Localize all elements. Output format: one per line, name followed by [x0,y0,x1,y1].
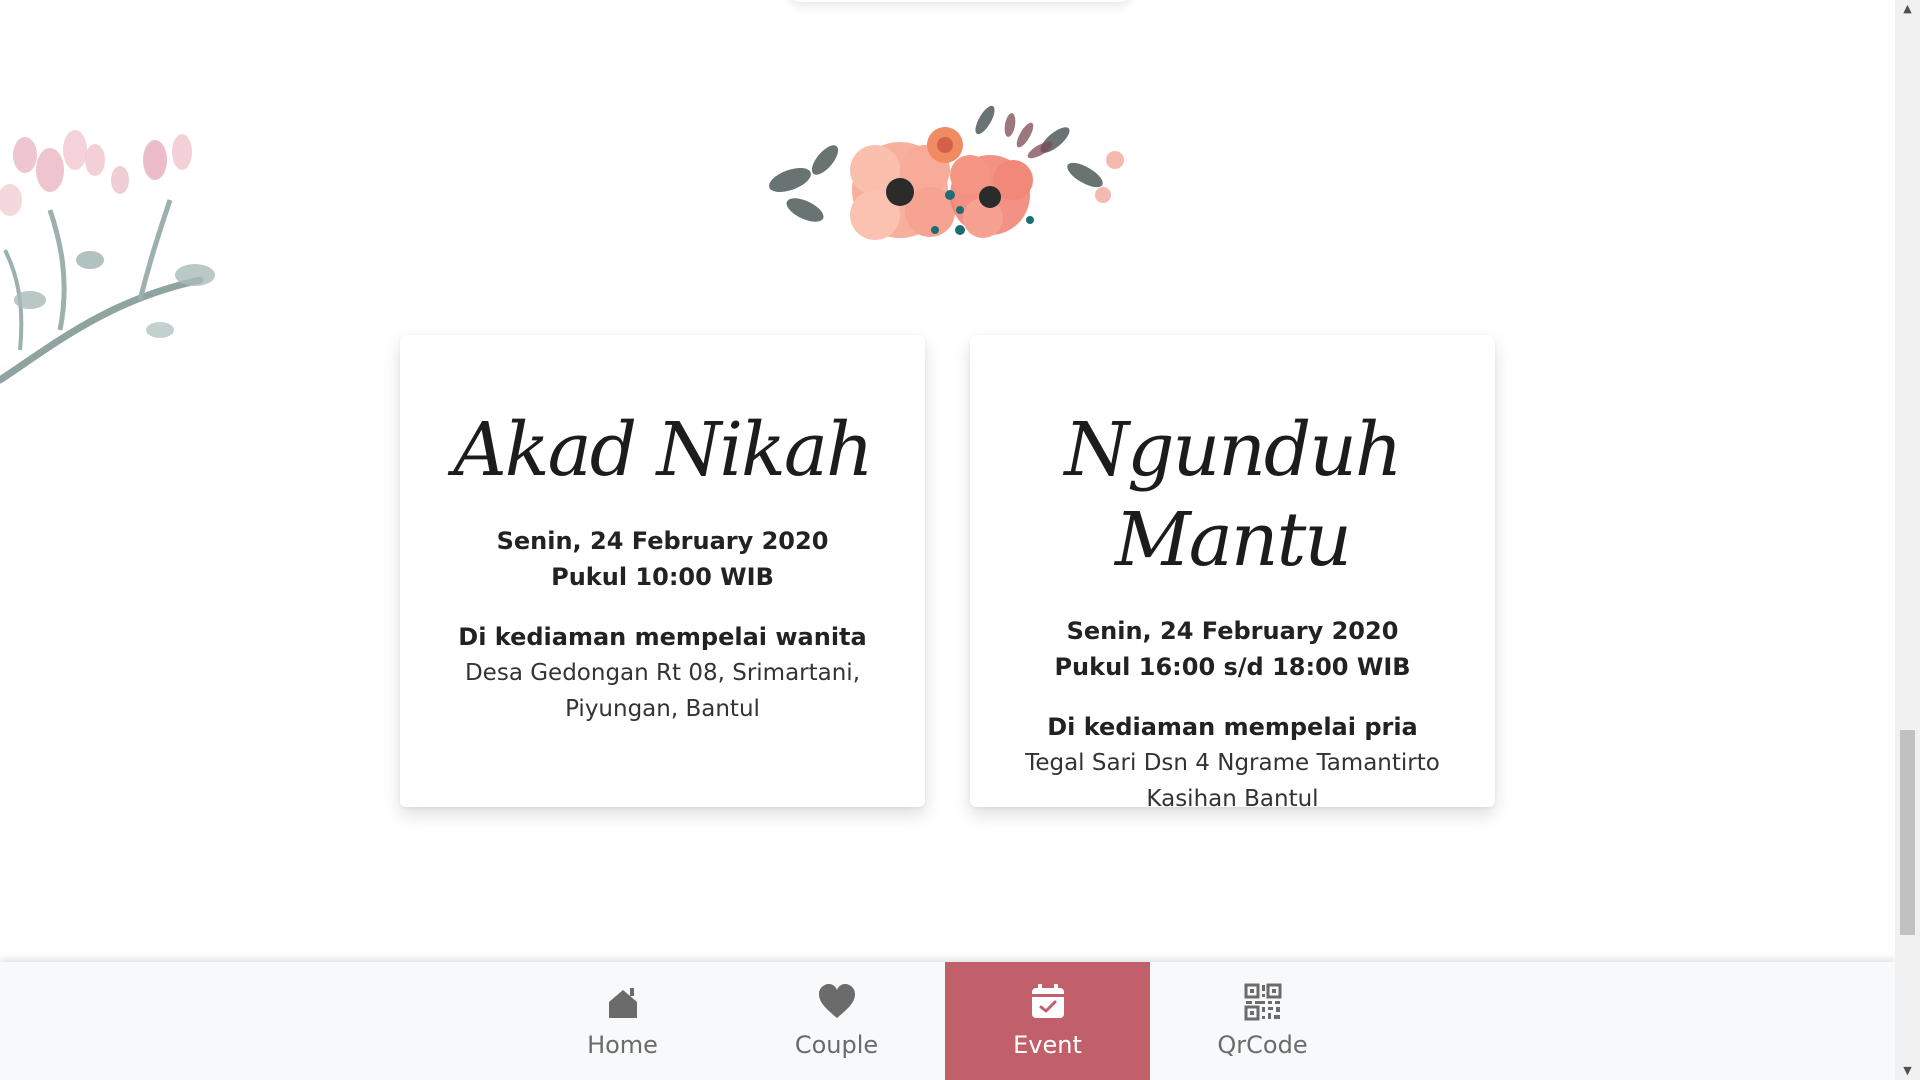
event-place-title: Di kediaman mempelai wanita [458,623,867,651]
vertical-scrollbar[interactable]: ▲ ▼ [1895,0,1920,1080]
event-card-akad-nikah: Akad Nikah Senin, 24 February 2020 Pukul… [400,335,925,807]
event-section: Akad Nikah Senin, 24 February 2020 Pukul… [0,0,1895,1080]
event-cards: Akad Nikah Senin, 24 February 2020 Pukul… [400,335,1495,812]
heart-icon [818,984,855,1018]
event-time: Pukul 10:00 WIB [551,563,774,591]
nav-label: Home [587,1031,658,1059]
home-icon [608,988,637,1018]
browser-viewport: Akad Nikah Senin, 24 February 2020 Pukul… [0,0,1920,1080]
nav-label: Couple [794,1031,879,1059]
scroll-down-arrow-icon[interactable]: ▼ [1895,1062,1920,1080]
event-address-line2: Piyungan, Bantul [565,696,760,722]
event-card-ngunduh-mantu: Ngunduh Mantu Senin, 24 February 2020 Pu… [970,335,1495,812]
nav-label: QrCode [1217,1031,1308,1059]
nav-item-couple[interactable]: Couple [734,962,939,1080]
qrcode-icon [1244,983,1281,1021]
nav-item-event[interactable]: Event [945,962,1150,1080]
floral-branch-decoration [0,130,215,384]
event-date: Senin, 24 February 2020 [1066,617,1399,645]
scroll-up-arrow-icon[interactable]: ▲ [1895,0,1920,18]
scrollbar-thumb[interactable] [1900,730,1915,935]
flower-bouquet-decoration [769,105,1124,240]
nav-item-qrcode[interactable]: QrCode [1160,962,1365,1080]
bottom-navigation: Home Couple Event QrCode [0,962,1895,1080]
nav-label: Event [1013,1031,1082,1059]
event-address-line1: Desa Gedongan Rt 08, Srimartani, [464,660,861,686]
event-title: Akad Nikah [453,407,873,493]
event-place-title: Di kediaman mempelai pria [1047,713,1418,741]
event-title: Ngunduh Mantu [1064,407,1402,583]
calendar-check-icon [1031,984,1064,1018]
event-address-line2: Kasihan Bantul [1146,786,1319,812]
event-time: Pukul 16:00 s/d 18:00 WIB [1054,653,1411,681]
nav-item-home[interactable]: Home [520,962,725,1080]
previous-card-edge [790,0,1130,2]
event-date: Senin, 24 February 2020 [496,527,829,555]
event-address-line1: Tegal Sari Dsn 4 Ngrame Tamantirto [1025,750,1440,776]
